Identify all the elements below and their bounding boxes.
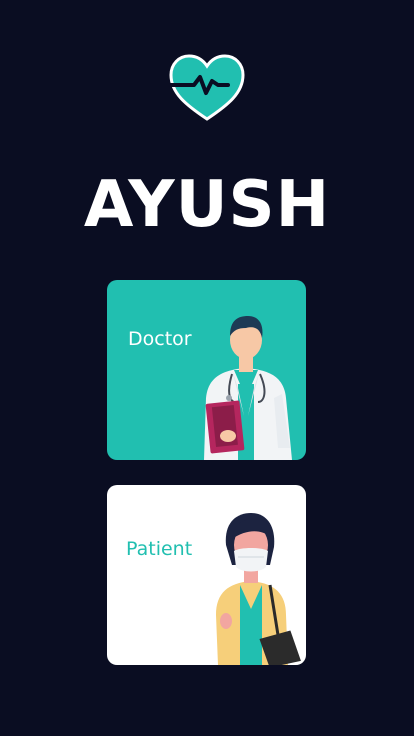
patient-role-card[interactable]: Patient bbox=[107, 485, 306, 665]
app-title: AYUSH bbox=[83, 168, 331, 242]
patient-illustration bbox=[216, 513, 301, 665]
patient-label: Patient bbox=[126, 538, 193, 560]
heart-pulse-icon bbox=[169, 54, 245, 121]
doctor-illustration bbox=[204, 316, 292, 460]
doctor-role-card[interactable]: Doctor bbox=[107, 280, 306, 460]
doctor-label: Doctor bbox=[128, 328, 192, 350]
